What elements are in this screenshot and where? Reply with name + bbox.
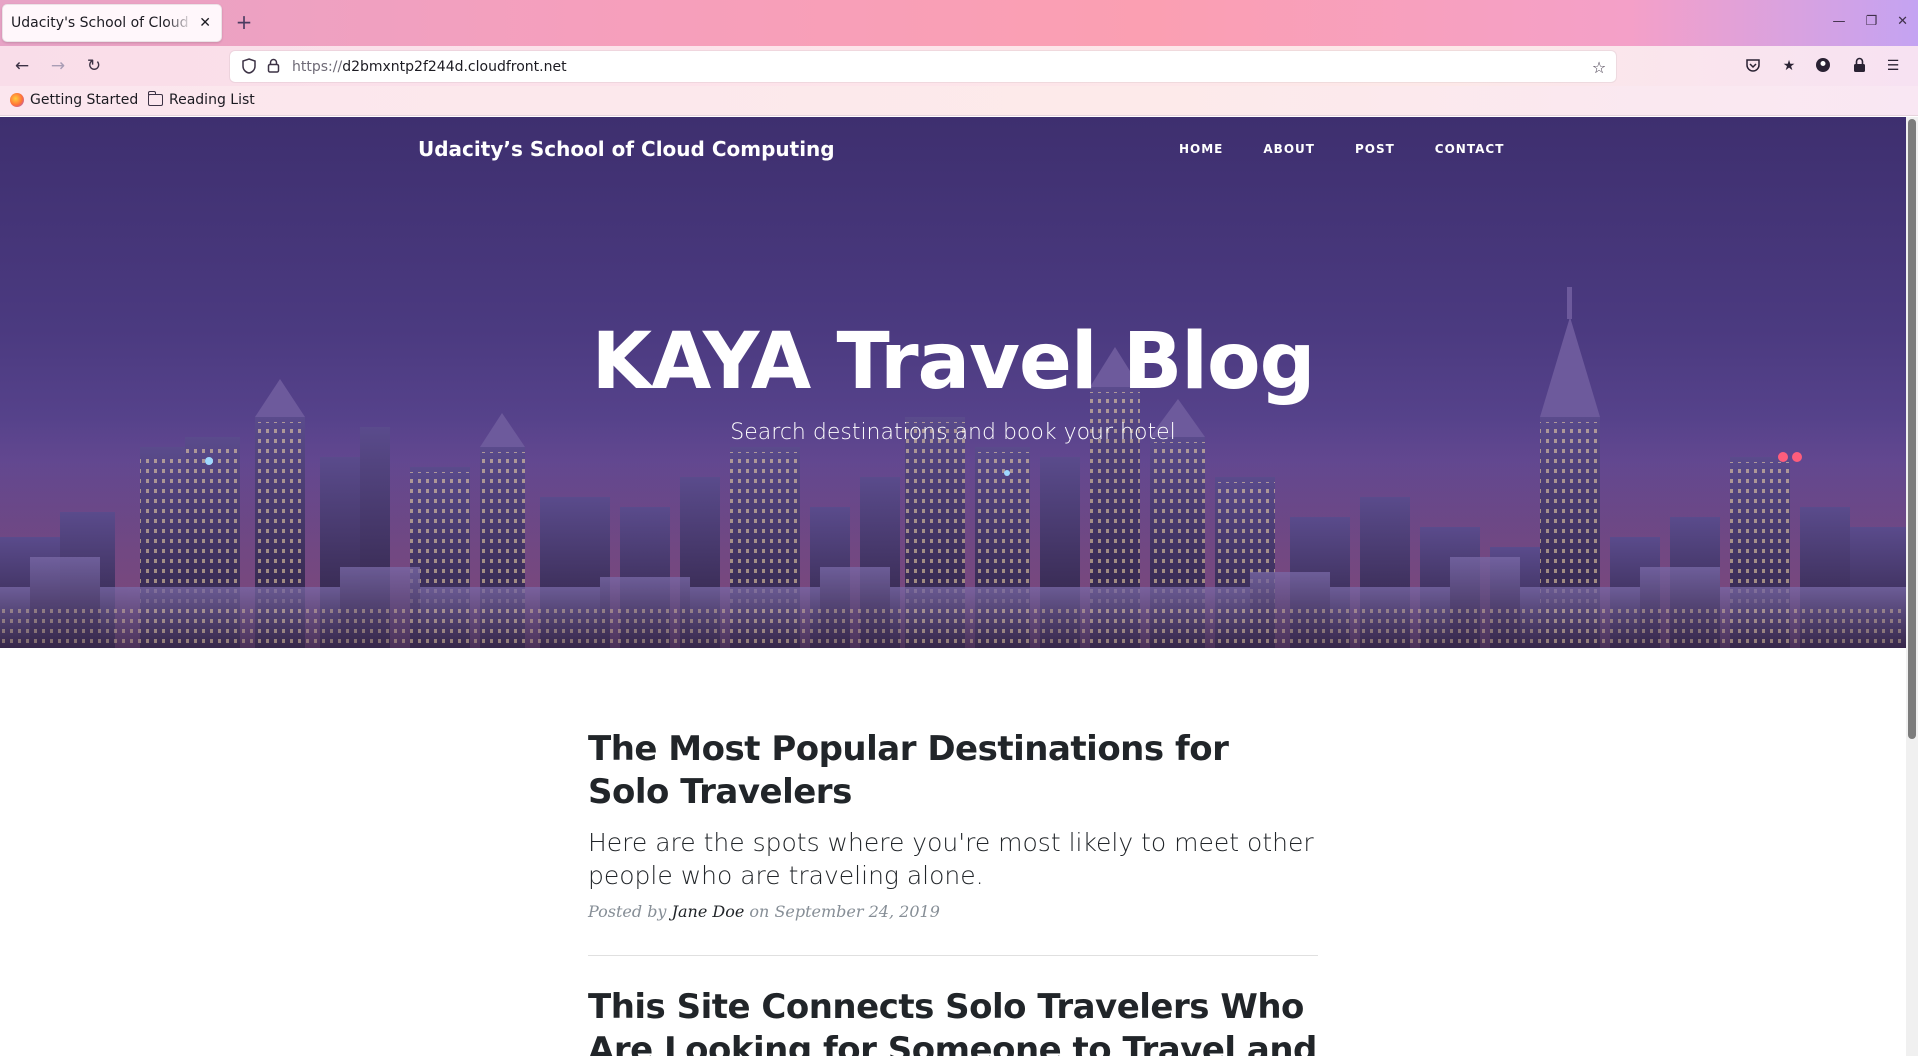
nav-home[interactable]: HOME bbox=[1179, 142, 1223, 156]
lock-icon[interactable] bbox=[264, 58, 282, 77]
post-title[interactable]: This Site Connects Solo Travelers Who Ar… bbox=[588, 986, 1318, 1056]
extension-icon[interactable]: ★ bbox=[1780, 57, 1798, 75]
navigation-toolbar: ← → ↻ https://d2bmxntp2f244d.cloudfront.… bbox=[0, 46, 1918, 86]
nav-about[interactable]: ABOUT bbox=[1263, 142, 1315, 156]
post-author[interactable]: Jane Doe bbox=[672, 902, 745, 921]
bookmark-label: Getting Started bbox=[30, 92, 139, 108]
restore-icon[interactable]: ❐ bbox=[1865, 14, 1877, 29]
scrollbar-thumb[interactable] bbox=[1908, 119, 1916, 739]
post-meta: Posted by Jane Doe on September 24, 2019 bbox=[588, 902, 1318, 921]
tab-title: Udacity's School of Cloud Computing bbox=[11, 15, 193, 31]
page-viewport: Udacity’s School of Cloud Computing HOME… bbox=[0, 117, 1918, 1056]
page-scrollbar[interactable] bbox=[1906, 117, 1918, 1056]
posted-by-label: Posted by bbox=[588, 902, 667, 921]
hero-title: KAYA Travel Blog bbox=[591, 317, 1316, 407]
address-bar[interactable]: https://d2bmxntp2f244d.cloudfront.net ☆ bbox=[230, 51, 1616, 82]
reload-icon[interactable]: ↻ bbox=[82, 54, 106, 78]
site-brand[interactable]: Udacity’s School of Cloud Computing bbox=[418, 137, 835, 161]
close-window-icon[interactable]: ✕ bbox=[1897, 14, 1908, 29]
url-host: d2bmxntp2f244d.cloudfront.net bbox=[342, 58, 567, 75]
new-tab-button[interactable]: + bbox=[234, 10, 254, 34]
post-preview: This Site Connects Solo Travelers Who Ar… bbox=[588, 986, 1318, 1056]
hero-subtitle: Search destinations and book your hotel bbox=[730, 420, 1176, 445]
bookmark-label: Reading List bbox=[169, 92, 255, 108]
bookmark-getting-started[interactable]: Getting Started bbox=[10, 92, 138, 108]
post-title[interactable]: The Most Popular Destinations for Solo T… bbox=[588, 728, 1318, 814]
hero-header: Udacity’s School of Cloud Computing HOME… bbox=[0, 117, 1906, 648]
date-prefix: on bbox=[749, 902, 770, 921]
shield-icon[interactable] bbox=[240, 58, 258, 78]
post-preview: The Most Popular Destinations for Solo T… bbox=[588, 728, 1318, 921]
active-tab[interactable]: Udacity's School of Cloud Computing ✕ bbox=[2, 4, 222, 42]
tab-close-icon[interactable]: ✕ bbox=[197, 15, 213, 31]
window-controls: — ❐ ✕ bbox=[1832, 14, 1908, 29]
account-icon[interactable] bbox=[1814, 57, 1832, 75]
back-arrow-icon[interactable]: ← bbox=[10, 54, 34, 78]
bookmarks-toolbar: Getting Started Reading List bbox=[0, 86, 1918, 116]
minimize-icon[interactable]: — bbox=[1832, 14, 1845, 29]
forward-arrow-icon[interactable]: → bbox=[46, 54, 70, 78]
tab-bar: Udacity's School of Cloud Computing ✕ + … bbox=[0, 0, 1918, 46]
bookmark-reading-list[interactable]: Reading List bbox=[147, 91, 255, 108]
pocket-icon[interactable] bbox=[1744, 57, 1762, 75]
post-date: September 24, 2019 bbox=[774, 902, 940, 921]
padlock-extension-icon[interactable] bbox=[1850, 57, 1868, 75]
firefox-icon bbox=[10, 93, 24, 107]
bookmark-star-icon[interactable]: ☆ bbox=[1590, 58, 1608, 77]
divider bbox=[588, 955, 1318, 956]
url-protocol: https:// bbox=[292, 58, 343, 75]
post-subtitle[interactable]: Here are the spots where you're most lik… bbox=[588, 826, 1318, 892]
menu-hamburger-icon[interactable]: ☰ bbox=[1884, 57, 1902, 75]
nav-contact[interactable]: CONTACT bbox=[1435, 142, 1505, 156]
folder-icon bbox=[147, 91, 163, 106]
nav-post[interactable]: POST bbox=[1355, 142, 1395, 156]
url-text[interactable]: https://d2bmxntp2f244d.cloudfront.net bbox=[292, 59, 567, 75]
site-nav: HOME ABOUT POST CONTACT bbox=[1179, 142, 1504, 156]
post-list: The Most Popular Destinations for Solo T… bbox=[588, 728, 1318, 1056]
